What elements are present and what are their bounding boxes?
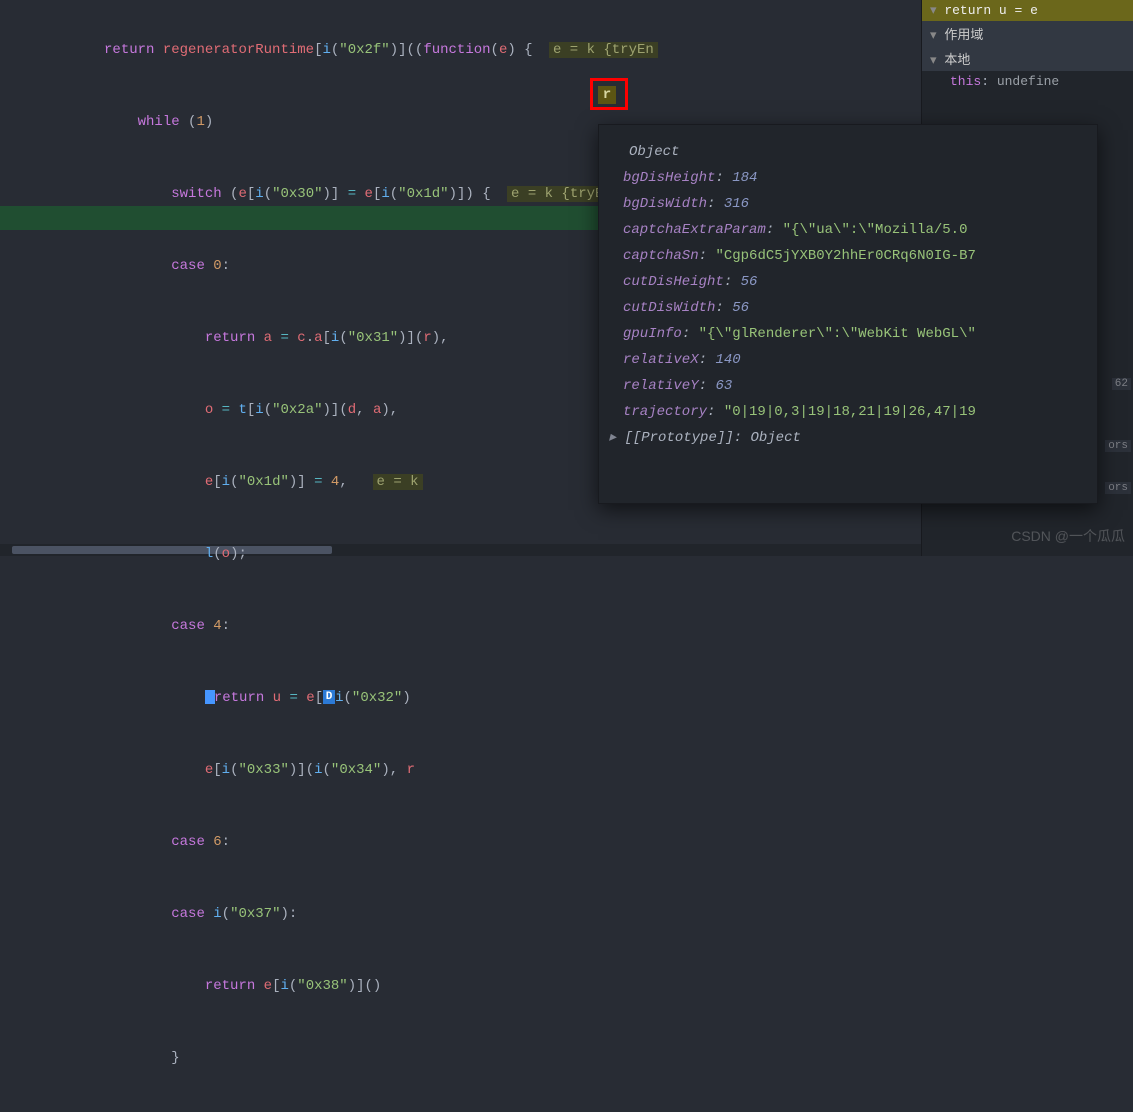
prop-trajectory[interactable]: trajectory: "0|19|0,3|19|18,21|19|26,47|…	[623, 399, 1087, 425]
prop-cutDisHeight[interactable]: cutDisHeight: 56	[623, 269, 1087, 295]
hovered-variable[interactable]: r	[598, 86, 616, 104]
sidebar-this[interactable]: this: undefine	[922, 71, 1133, 92]
prop-relativeY[interactable]: relativeY: 63	[623, 373, 1087, 399]
sidebar-trunc-2: ors	[1105, 440, 1131, 452]
caret-icon: D	[323, 690, 335, 704]
sidebar-local-header[interactable]: 本地	[922, 46, 1133, 71]
prop-gpuInfo[interactable]: gpuInfo: "{\"glRenderer\":\"WebKit WebGL…	[623, 321, 1087, 347]
watermark: CSDN @一个瓜瓜	[1011, 526, 1125, 546]
inline-hint: e = k	[373, 474, 423, 490]
highlight-box: r	[590, 78, 628, 110]
prop-relativeX[interactable]: relativeX: 140	[623, 347, 1087, 373]
sidebar-trunc-3: ors	[1105, 482, 1131, 494]
prop-captchaSn[interactable]: captchaSn: "Cgp6dC5jYXB0Y2hhEr0CRq6N0IG-…	[623, 243, 1087, 269]
object-inspector-tooltip[interactable]: Object bgDisHeight: 184 bgDisWidth: 316 …	[598, 124, 1098, 504]
prop-bgDisHeight[interactable]: bgDisHeight: 184	[623, 165, 1087, 191]
tooltip-title: Object	[623, 139, 1087, 165]
prop-prototype[interactable]: [[Prototype]]: Object	[623, 425, 1087, 451]
prop-bgDisWidth[interactable]: bgDisWidth: 316	[623, 191, 1087, 217]
sidebar-trunc-1: 62	[1112, 378, 1131, 390]
prop-cutDisWidth[interactable]: cutDisWidth: 56	[623, 295, 1087, 321]
prop-captchaExtraParam[interactable]: captchaExtraParam: "{\"ua\":\"Mozilla/5.…	[623, 217, 1087, 243]
inline-hint: e = k {tryEn	[549, 42, 658, 58]
sidebar-scope-header[interactable]: 作用域	[922, 21, 1133, 46]
sidebar-return-header[interactable]: return u = e	[922, 0, 1133, 21]
